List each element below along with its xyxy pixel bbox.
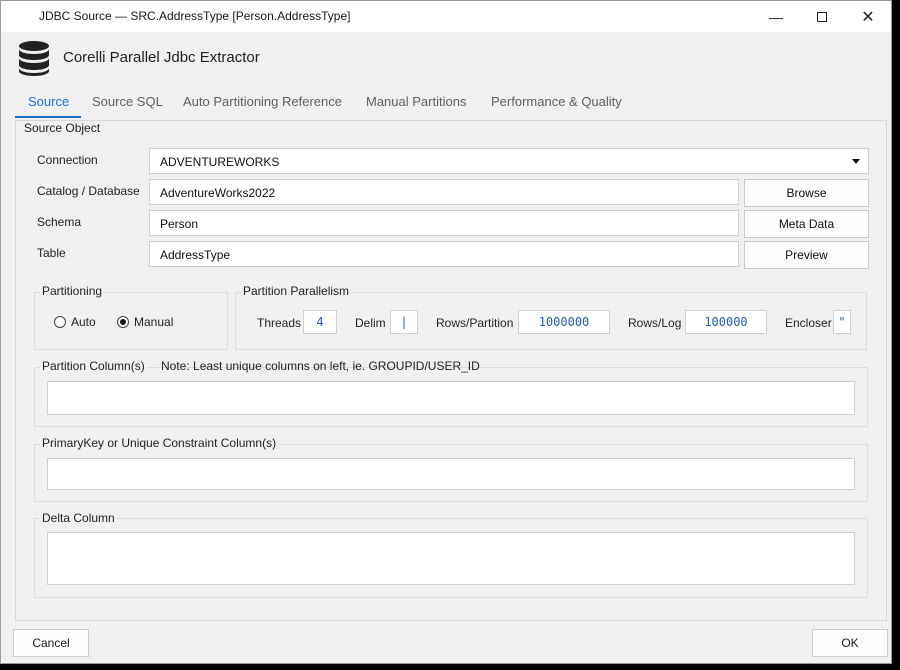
- preview-button[interactable]: Preview: [744, 241, 869, 269]
- close-icon: ✕: [861, 8, 875, 26]
- browse-button[interactable]: Browse: [744, 179, 869, 207]
- connection-label: Connection: [37, 153, 98, 167]
- table-label: Table: [37, 246, 66, 260]
- source-object-label: Source Object: [22, 121, 103, 135]
- delta-column-list[interactable]: [47, 532, 855, 585]
- schema-label: Schema: [37, 215, 82, 229]
- chevron-down-icon: [852, 159, 860, 164]
- delim-label: Delim: [355, 316, 386, 330]
- app-header: Corelli Parallel Jdbc Extractor: [1, 32, 891, 82]
- delta-column-label: Delta Column: [40, 511, 117, 525]
- connection-select[interactable]: ADVENTUREWORKS: [149, 148, 869, 174]
- threads-label: Threads: [257, 316, 302, 330]
- encloser-input[interactable]: ": [833, 310, 851, 334]
- catalog-input[interactable]: AdventureWorks2022: [149, 179, 739, 205]
- app-name: Corelli Parallel Jdbc Extractor: [63, 49, 260, 66]
- threads-input[interactable]: 4: [303, 310, 337, 334]
- partition-columns-list[interactable]: [47, 381, 855, 415]
- cancel-button[interactable]: Cancel: [13, 629, 89, 657]
- partitioning-label: Partitioning: [40, 284, 105, 298]
- partition-columns-note: Note: Least unique columns on left, ie. …: [161, 359, 480, 373]
- catalog-label: Catalog / Database: [37, 184, 140, 198]
- primary-key-list[interactable]: [47, 458, 855, 490]
- maximize-icon: [817, 11, 827, 22]
- maximize-button[interactable]: [799, 1, 845, 32]
- rows-log-label: Rows/Log: [628, 316, 682, 330]
- active-tab-indicator: [15, 116, 81, 118]
- tab-auto-partitioning-reference[interactable]: Auto Partitioning Reference: [183, 90, 342, 118]
- schema-input[interactable]: Person: [149, 210, 739, 236]
- tab-manual-partitions[interactable]: Manual Partitions: [366, 90, 466, 118]
- tab-source[interactable]: Source: [28, 90, 69, 118]
- source-panel: Source Object Connection ADVENTUREWORKS …: [15, 120, 887, 621]
- dialog-window: JDBC Source — SRC.AddressType [Person.Ad…: [0, 0, 892, 664]
- metadata-button[interactable]: Meta Data: [744, 210, 869, 238]
- tab-source-sql[interactable]: Source SQL: [92, 90, 163, 118]
- tab-performance-quality[interactable]: Performance & Quality: [491, 90, 622, 118]
- minimize-button[interactable]: —: [753, 1, 799, 32]
- parallelism-label: Partition Parallelism: [241, 284, 352, 298]
- manual-radio[interactable]: [117, 316, 129, 328]
- connection-value: ADVENTUREWORKS: [160, 155, 280, 169]
- delim-input[interactable]: |: [390, 310, 418, 334]
- database-icon: [19, 41, 49, 76]
- close-button[interactable]: ✕: [845, 1, 891, 32]
- partition-columns-label: Partition Column(s): [40, 359, 147, 373]
- encloser-label: Encloser: [785, 316, 832, 330]
- manual-radio-label[interactable]: Manual: [134, 315, 173, 329]
- rows-log-input[interactable]: 100000: [685, 310, 767, 334]
- ok-button[interactable]: OK: [812, 629, 888, 657]
- minimize-icon: —: [769, 8, 783, 25]
- auto-radio-label[interactable]: Auto: [71, 315, 96, 329]
- rows-partition-input[interactable]: 1000000: [518, 310, 610, 334]
- auto-radio[interactable]: [54, 316, 66, 328]
- primary-key-label: PrimaryKey or Unique Constraint Column(s…: [40, 436, 279, 450]
- rows-partition-label: Rows/Partition: [436, 316, 514, 330]
- window-title: JDBC Source — SRC.AddressType [Person.Ad…: [39, 9, 351, 23]
- table-input[interactable]: AddressType: [149, 241, 739, 267]
- title-bar: JDBC Source — SRC.AddressType [Person.Ad…: [1, 1, 891, 32]
